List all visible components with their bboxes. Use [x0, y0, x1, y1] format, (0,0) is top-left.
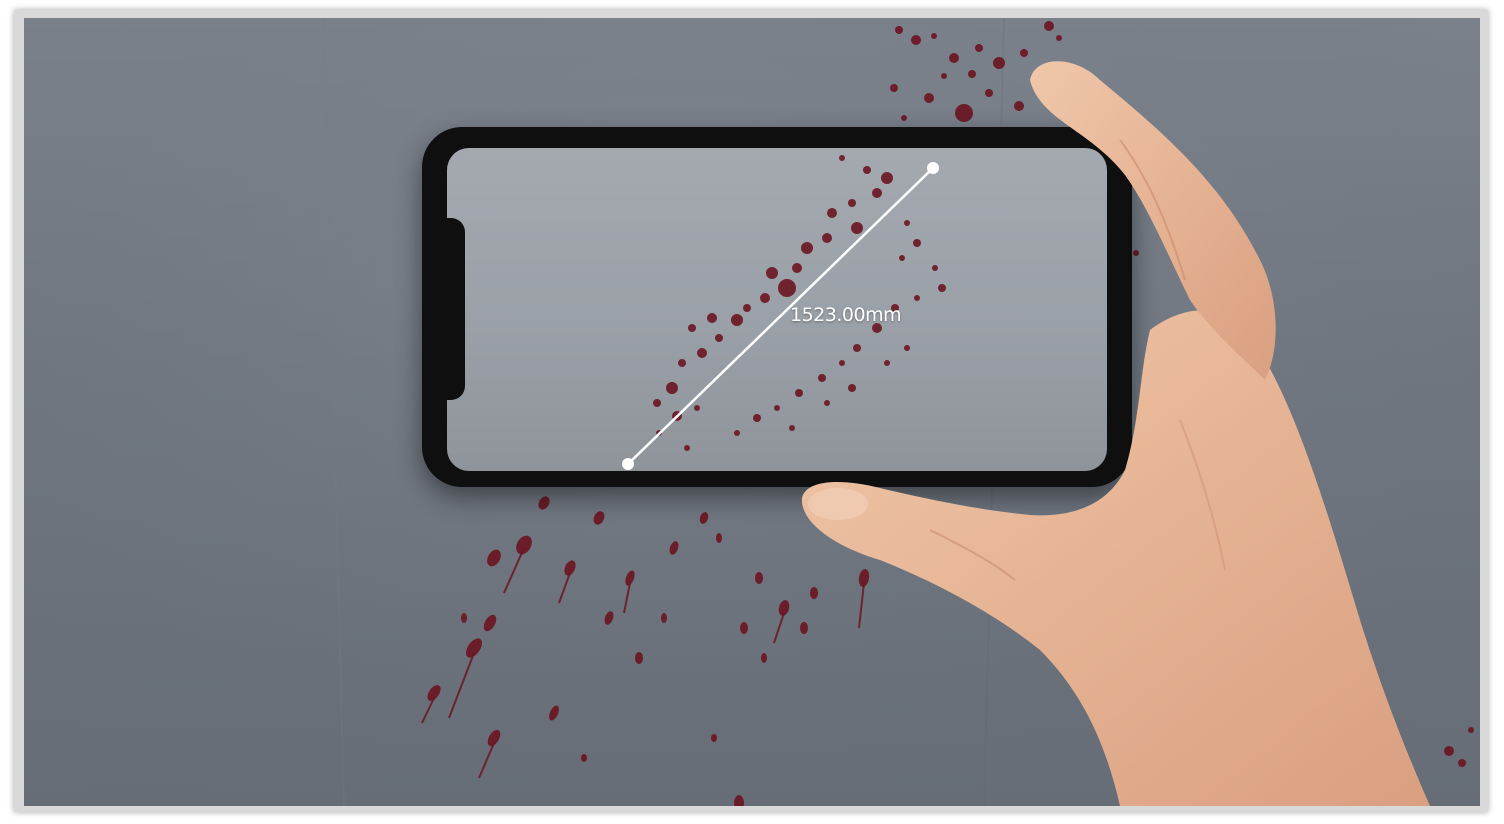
thumbnail	[808, 488, 868, 520]
hand-palm	[801, 310, 1430, 806]
hand-holding-phone	[801, 61, 1430, 806]
